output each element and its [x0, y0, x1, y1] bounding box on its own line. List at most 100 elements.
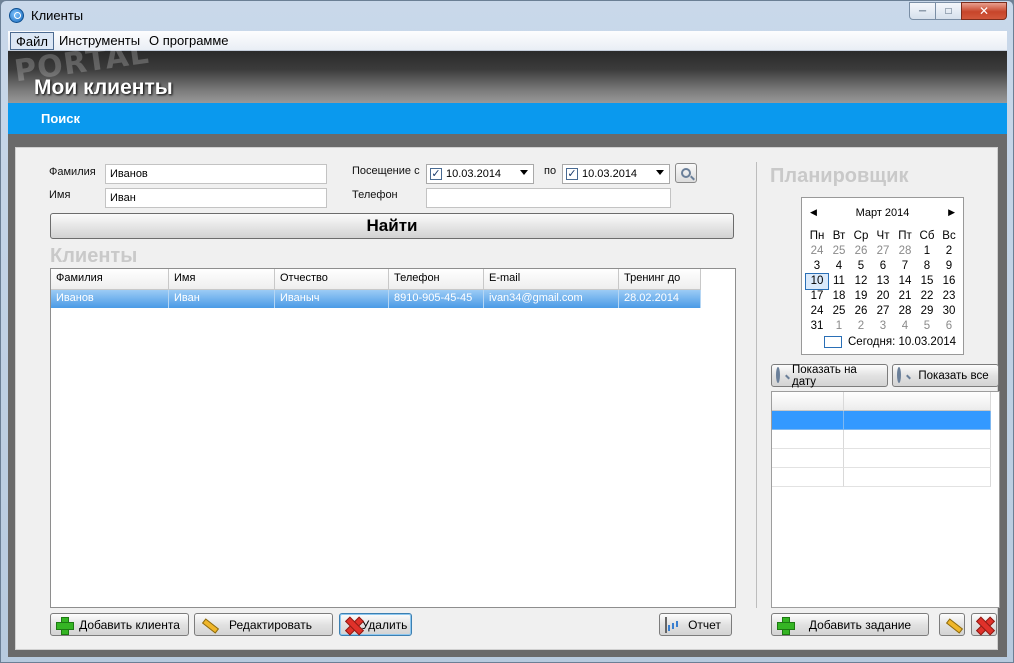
- calendar-day[interactable]: 18: [828, 289, 850, 304]
- column-header-patronymic[interactable]: Отчество: [275, 269, 389, 290]
- column-header-firstname[interactable]: Имя: [169, 269, 275, 290]
- calendar-day[interactable]: 31: [806, 319, 828, 334]
- table-cell: [844, 430, 991, 449]
- add-client-label: Добавить клиента: [79, 617, 180, 632]
- visit-to-datepicker[interactable]: ✓ 10.03.2014: [562, 164, 670, 184]
- show-on-date-label: Показать на дату: [792, 363, 857, 388]
- calendar-day[interactable]: 24: [806, 304, 828, 319]
- calendar-day[interactable]: 27: [872, 244, 894, 259]
- calendar-day[interactable]: 5: [850, 259, 872, 274]
- calendar-day[interactable]: 1: [828, 319, 850, 334]
- calendar-day[interactable]: 23: [938, 289, 960, 304]
- tab-search[interactable]: Поиск: [41, 111, 80, 126]
- table-row[interactable]: [772, 430, 991, 449]
- calendar-day[interactable]: 1: [916, 244, 938, 259]
- find-button[interactable]: Найти: [50, 213, 734, 239]
- show-on-date-button[interactable]: Показать на дату: [771, 363, 888, 388]
- calendar-day[interactable]: 11: [828, 274, 850, 289]
- calendar-today-label: Сегодня: 10.03.2014: [848, 336, 957, 348]
- calendar-day[interactable]: 28: [894, 304, 916, 319]
- calendar-day[interactable]: 19: [850, 289, 872, 304]
- calendar-next-month[interactable]: ▶: [948, 207, 955, 218]
- lastname-input[interactable]: Иванов: [105, 164, 327, 184]
- calendar-day[interactable]: 12: [850, 274, 872, 289]
- column-header-lastname[interactable]: Фамилия: [51, 269, 169, 290]
- calendar-day[interactable]: 27: [872, 304, 894, 319]
- panel-divider: [756, 162, 757, 608]
- calendar-day[interactable]: 6: [938, 319, 960, 334]
- calendar-day[interactable]: 14: [894, 274, 916, 289]
- table-row[interactable]: [772, 449, 991, 468]
- table-row[interactable]: Иванов Иван Иваныч 8910-905-45-45 ivan34…: [51, 290, 701, 308]
- calendar-day[interactable]: 29: [916, 304, 938, 319]
- calendar-day[interactable]: 17: [806, 289, 828, 304]
- calendar-day[interactable]: 25: [828, 244, 850, 259]
- calendar-day-today[interactable]: 10: [805, 273, 829, 290]
- close-button[interactable]: ✕: [961, 2, 1007, 20]
- tasks-table[interactable]: [771, 391, 1000, 608]
- visit-to-label: по: [544, 165, 557, 177]
- date-search-button[interactable]: [675, 163, 697, 183]
- phone-input[interactable]: [426, 188, 671, 208]
- calendar-day[interactable]: 22: [916, 289, 938, 304]
- weekday-label: Ср: [853, 230, 869, 242]
- calendar-day[interactable]: 3: [872, 319, 894, 334]
- add-client-button[interactable]: Добавить клиента: [50, 613, 189, 636]
- cell-firstname: Иван: [169, 290, 275, 308]
- calendar-day[interactable]: 8: [916, 259, 938, 274]
- window-title: Клиенты: [31, 8, 84, 23]
- calendar-day[interactable]: 7: [894, 259, 916, 274]
- add-task-label: Добавить задание: [808, 617, 912, 632]
- show-all-button[interactable]: Показать все: [892, 364, 999, 387]
- calendar-day[interactable]: 30: [938, 304, 960, 319]
- calendar-month-label[interactable]: Март 2014: [802, 207, 963, 219]
- column-header-training-until[interactable]: Тренинг до: [619, 269, 701, 290]
- report-button[interactable]: Отчет: [659, 613, 732, 636]
- table-cell: [772, 411, 844, 430]
- visit-from-datepicker[interactable]: ✓ 10.03.2014: [426, 164, 534, 184]
- calendar-day[interactable]: 4: [894, 319, 916, 334]
- column-header-phone[interactable]: Телефон: [389, 269, 484, 290]
- clients-table[interactable]: Фамилия Имя Отчество Телефон E-mail Трен…: [50, 268, 736, 608]
- minimize-button[interactable]: ─: [909, 2, 936, 20]
- menu-file[interactable]: Файл: [10, 32, 54, 50]
- visit-from-checkbox[interactable]: ✓: [430, 168, 442, 180]
- table-row[interactable]: [772, 468, 991, 487]
- calendar-day[interactable]: 15: [916, 274, 938, 289]
- search-icon: [897, 367, 901, 383]
- visit-to-checkbox[interactable]: ✓: [566, 168, 578, 180]
- menu-about[interactable]: О программе: [144, 32, 234, 50]
- calendar-day[interactable]: 25: [828, 304, 850, 319]
- calendar-day[interactable]: 26: [850, 304, 872, 319]
- month-calendar[interactable]: ◀ Март 2014 ▶ Пн Вт Ср Чт Пт Сб Вс 24 25…: [801, 197, 964, 355]
- calendar-day[interactable]: 24: [806, 244, 828, 259]
- calendar-day[interactable]: 9: [938, 259, 960, 274]
- page-header: PORTAL Мои клиенты: [8, 36, 1007, 103]
- column-header[interactable]: [772, 392, 844, 411]
- column-header[interactable]: [844, 392, 991, 411]
- add-task-button[interactable]: Добавить задание: [771, 613, 929, 636]
- delete-button[interactable]: Удалить: [339, 613, 412, 636]
- calendar-day[interactable]: 3: [806, 259, 828, 274]
- calendar-day[interactable]: 2: [850, 319, 872, 334]
- delete-task-button[interactable]: [971, 613, 997, 636]
- calendar-day[interactable]: 16: [938, 274, 960, 289]
- title-bar[interactable]: Клиенты ─ □ ✕: [1, 1, 1013, 30]
- calendar-day[interactable]: 28: [894, 244, 916, 259]
- edit-button[interactable]: Редактировать: [194, 613, 333, 636]
- calendar-day[interactable]: 6: [872, 259, 894, 274]
- table-cell: [772, 449, 844, 468]
- maximize-button[interactable]: □: [935, 2, 962, 20]
- calendar-today[interactable]: Сегодня: 10.03.2014: [824, 336, 956, 348]
- calendar-day[interactable]: 5: [916, 319, 938, 334]
- calendar-day[interactable]: 21: [894, 289, 916, 304]
- column-header-email[interactable]: E-mail: [484, 269, 619, 290]
- edit-task-button[interactable]: [939, 613, 965, 636]
- calendar-day[interactable]: 4: [828, 259, 850, 274]
- calendar-day[interactable]: 2: [938, 244, 960, 259]
- firstname-input[interactable]: Иван: [105, 188, 327, 208]
- calendar-day[interactable]: 26: [850, 244, 872, 259]
- calendar-day[interactable]: 13: [872, 274, 894, 289]
- table-row[interactable]: [772, 411, 991, 430]
- calendar-day[interactable]: 20: [872, 289, 894, 304]
